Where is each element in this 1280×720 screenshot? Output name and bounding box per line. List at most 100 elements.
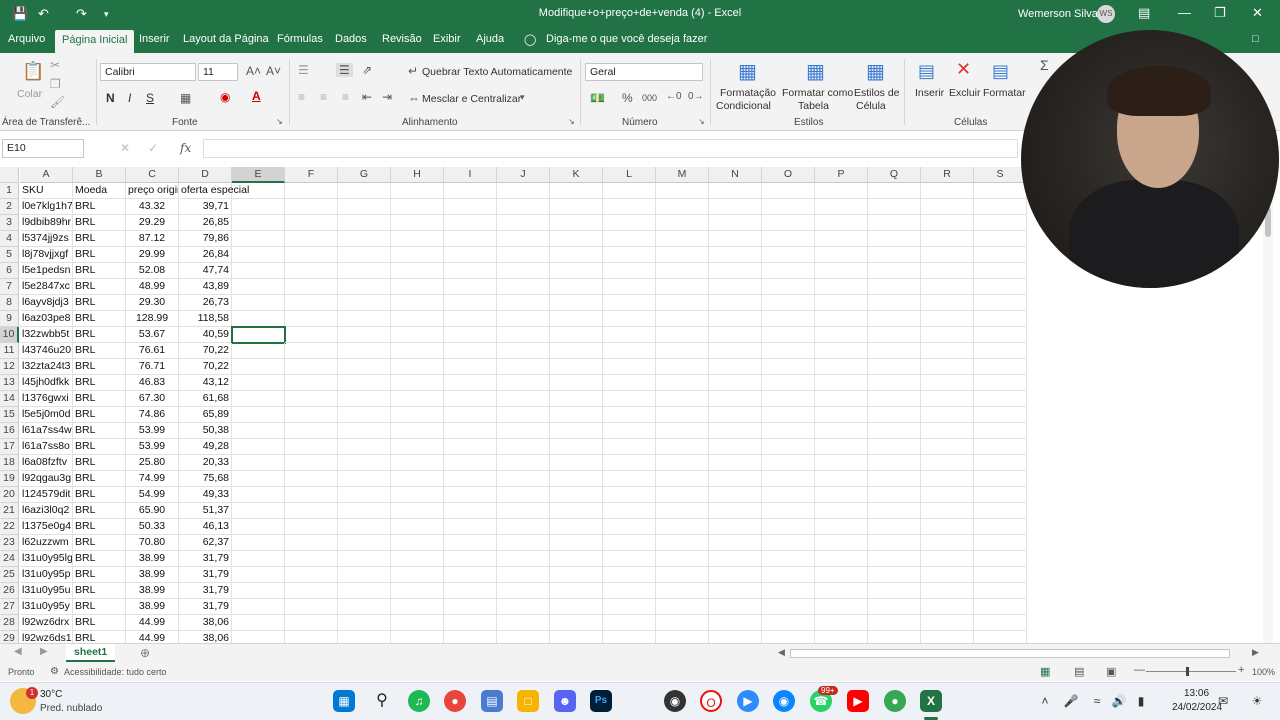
page-layout-view-icon[interactable]: ▤ [1074, 665, 1084, 678]
empty-cell[interactable] [974, 567, 1027, 583]
close-icon[interactable]: ✕ [1252, 5, 1263, 21]
empty-cell[interactable] [815, 199, 868, 215]
empty-cell[interactable] [338, 295, 391, 311]
cell-b5[interactable]: BRL [73, 247, 126, 263]
cell-c22[interactable]: 50.33 [126, 519, 179, 535]
empty-cell[interactable] [868, 343, 921, 359]
column-header[interactable]: J [497, 167, 550, 183]
empty-cell[interactable] [338, 615, 391, 631]
empty-cell[interactable] [762, 215, 815, 231]
empty-cell[interactable] [391, 615, 444, 631]
empty-cell[interactable] [709, 487, 762, 503]
chrome-icon[interactable]: ● [444, 690, 466, 712]
cell-d2[interactable]: 39,71 [179, 199, 232, 215]
tab-dados[interactable]: Dados [335, 33, 367, 45]
scroll-right-icon[interactable]: ▶ [1252, 647, 1259, 658]
cell-d16[interactable]: 50,38 [179, 423, 232, 439]
empty-cell[interactable] [709, 615, 762, 631]
empty-cell[interactable] [974, 599, 1027, 615]
empty-cell[interactable] [232, 583, 285, 599]
orientation-icon[interactable]: ⇗ [362, 63, 372, 77]
empty-cell[interactable] [391, 327, 444, 343]
cell-d28[interactable]: 38,06 [179, 615, 232, 631]
comma-style-icon[interactable]: 000 [642, 93, 657, 103]
empty-cell[interactable] [391, 279, 444, 295]
cell-c4[interactable]: 87.12 [126, 231, 179, 247]
empty-cell[interactable] [497, 279, 550, 295]
empty-cell[interactable] [815, 375, 868, 391]
chrome-profile-icon[interactable]: ● [884, 690, 906, 712]
empty-cell[interactable] [550, 279, 603, 295]
user-name[interactable]: Wemerson Silva [1018, 8, 1098, 20]
file-explorer-icon[interactable]: □ [517, 690, 539, 712]
row-header[interactable]: 7 [0, 279, 19, 295]
clock-time[interactable]: 13:06 [1184, 688, 1209, 699]
comments-icon[interactable]: □ [1252, 33, 1259, 45]
empty-cell[interactable] [815, 567, 868, 583]
empty-cell[interactable] [815, 391, 868, 407]
empty-cell[interactable] [444, 439, 497, 455]
empty-cell[interactable] [444, 263, 497, 279]
empty-cell[interactable] [550, 231, 603, 247]
row-header[interactable]: 10 [0, 327, 19, 343]
empty-cell[interactable] [709, 279, 762, 295]
empty-cell[interactable] [868, 519, 921, 535]
empty-cell[interactable] [550, 471, 603, 487]
cell-b4[interactable]: BRL [73, 231, 126, 247]
zoom-slider-thumb[interactable] [1186, 667, 1189, 676]
search-icon[interactable]: ⚲ [371, 690, 393, 712]
cell-c2[interactable]: 43.32 [126, 199, 179, 215]
cancel-entry-icon[interactable]: ✕ [120, 141, 130, 155]
cell-a11[interactable]: l43746u20 [20, 343, 73, 359]
align-center-icon[interactable]: ≡ [320, 90, 327, 104]
empty-cell[interactable] [762, 567, 815, 583]
empty-cell[interactable] [444, 327, 497, 343]
empty-cell[interactable] [815, 599, 868, 615]
empty-cell[interactable] [497, 439, 550, 455]
empty-cell[interactable] [285, 231, 338, 247]
cell-a17[interactable]: l61a7ss8o [20, 439, 73, 455]
empty-cell[interactable] [974, 359, 1027, 375]
empty-cell[interactable] [391, 215, 444, 231]
empty-cell[interactable] [974, 183, 1027, 199]
prev-sheet-icon[interactable]: ◀ [14, 646, 22, 657]
cell-d19[interactable]: 75,68 [179, 471, 232, 487]
empty-cell[interactable] [338, 423, 391, 439]
empty-cell[interactable] [974, 231, 1027, 247]
empty-cell[interactable] [232, 519, 285, 535]
empty-cell[interactable] [338, 519, 391, 535]
empty-cell[interactable] [762, 295, 815, 311]
row-header[interactable]: 9 [0, 311, 19, 327]
show-hidden-icons[interactable]: ˄ [1034, 690, 1056, 712]
empty-cell[interactable] [974, 487, 1027, 503]
cell-b21[interactable]: BRL [73, 503, 126, 519]
empty-cell[interactable] [921, 567, 974, 583]
empty-cell[interactable] [656, 311, 709, 327]
cell-a6[interactable]: l5e1pedsn [20, 263, 73, 279]
font-name-select[interactable]: Calibri [100, 63, 196, 81]
empty-cell[interactable] [391, 471, 444, 487]
empty-cell[interactable] [603, 391, 656, 407]
empty-cell[interactable] [709, 519, 762, 535]
italic-button[interactable]: I [128, 91, 131, 105]
row-header[interactable]: 21 [0, 503, 19, 519]
font-color-icon[interactable]: A [252, 89, 261, 103]
empty-cell[interactable] [497, 423, 550, 439]
delete-cells-button[interactable]: Excluir [949, 87, 981, 99]
cell-d25[interactable]: 31,79 [179, 567, 232, 583]
cell-d1[interactable]: oferta especial [179, 183, 249, 199]
cell-c21[interactable]: 65.90 [126, 503, 179, 519]
empty-cell[interactable] [285, 583, 338, 599]
cell-a28[interactable]: l92wz6drx [20, 615, 73, 631]
column-header[interactable]: I [444, 167, 497, 183]
empty-cell[interactable] [603, 327, 656, 343]
empty-cell[interactable] [603, 455, 656, 471]
empty-cell[interactable] [868, 407, 921, 423]
empty-cell[interactable] [921, 343, 974, 359]
obs-icon[interactable]: ◉ [664, 690, 686, 712]
cell-b2[interactable]: BRL [73, 199, 126, 215]
empty-cell[interactable] [603, 215, 656, 231]
empty-cell[interactable] [391, 375, 444, 391]
empty-cell[interactable] [603, 471, 656, 487]
empty-cell[interactable] [285, 615, 338, 631]
